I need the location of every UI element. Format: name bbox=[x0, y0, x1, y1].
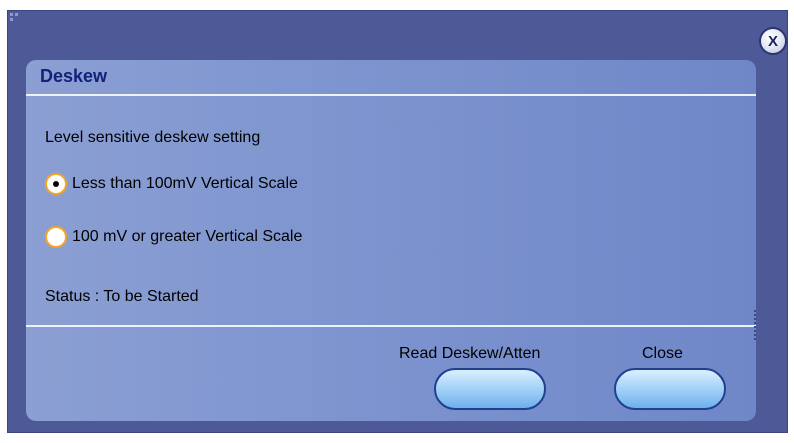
deskew-panel: Deskew Level sensitive deskew setting Le… bbox=[26, 60, 756, 421]
close-button[interactable] bbox=[614, 368, 726, 410]
radio-less-than-100mv[interactable]: Less than 100mV Vertical Scale bbox=[45, 173, 298, 195]
close-label: Close bbox=[642, 345, 683, 362]
radio-unselected-icon[interactable] bbox=[45, 226, 67, 248]
radio-100mv-or-greater[interactable]: 100 mV or greater Vertical Scale bbox=[45, 226, 302, 248]
title-divider bbox=[26, 94, 756, 96]
resize-handle-icon[interactable] bbox=[754, 310, 756, 340]
close-window-icon[interactable]: X bbox=[759, 27, 787, 55]
section-label: Level sensitive deskew setting bbox=[45, 129, 261, 146]
status-text: Status : To be Started bbox=[45, 288, 199, 305]
footer-divider bbox=[26, 325, 756, 327]
radio-label: Less than 100mV Vertical Scale bbox=[72, 175, 298, 192]
window-grip-icon[interactable] bbox=[10, 13, 22, 25]
read-deskew-label: Read Deskew/Atten bbox=[399, 345, 541, 362]
dialog-title: Deskew bbox=[40, 66, 108, 86]
radio-selected-icon[interactable] bbox=[45, 173, 67, 195]
radio-label: 100 mV or greater Vertical Scale bbox=[72, 228, 303, 245]
read-deskew-button[interactable] bbox=[434, 368, 546, 410]
